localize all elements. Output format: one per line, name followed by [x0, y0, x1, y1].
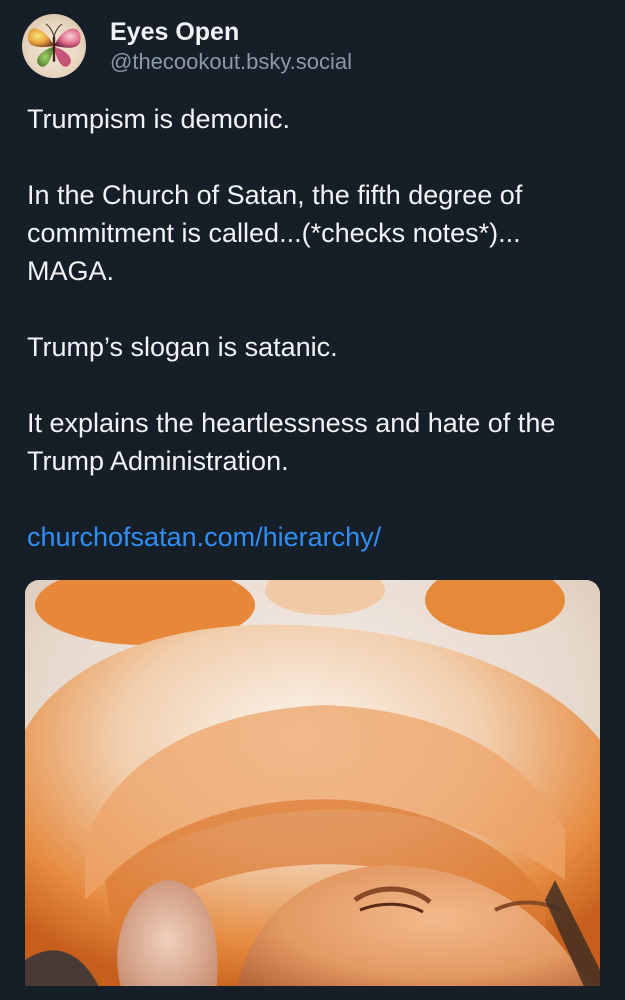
author-handle[interactable]: @thecookout.bsky.social	[110, 47, 352, 77]
post-image-photo	[25, 580, 600, 1000]
post-paragraph: Trumpism is demonic.	[27, 104, 291, 134]
post-paragraph: It explains the heartlessness and hate o…	[27, 408, 556, 476]
butterfly-icon	[27, 23, 81, 67]
post-paragraph: In the Church of Satan, the fifth degree…	[27, 180, 523, 286]
post: Eyes Open @thecookout.bsky.social Trumpi…	[0, 0, 625, 1000]
post-paragraph: Trump’s slogan is satanic.	[27, 332, 338, 362]
avatar[interactable]	[22, 14, 86, 78]
bottom-bar	[0, 986, 625, 1000]
post-header: Eyes Open @thecookout.bsky.social	[22, 14, 352, 78]
author-names: Eyes Open @thecookout.bsky.social	[110, 15, 352, 77]
post-image[interactable]	[25, 580, 600, 1000]
author-display-name[interactable]: Eyes Open	[110, 17, 352, 47]
post-link[interactable]: churchofsatan.com/hierarchy/	[27, 522, 381, 552]
post-text: Trumpism is demonic. In the Church of Sa…	[27, 100, 607, 556]
